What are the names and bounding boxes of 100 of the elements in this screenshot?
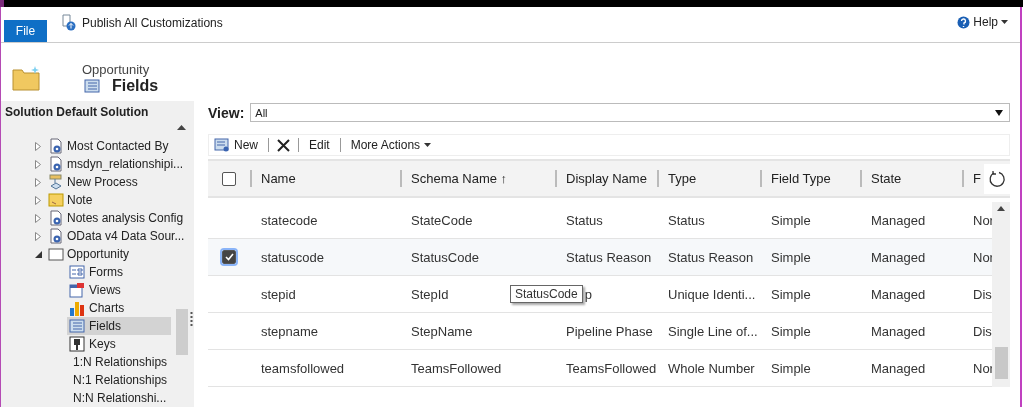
table-cell: Nor bbox=[973, 249, 994, 265]
tree-item[interactable]: Notes analysis Config bbox=[67, 211, 184, 225]
table-cell: Single Line of... bbox=[668, 323, 758, 339]
table-cell: Simple bbox=[771, 286, 811, 302]
tree-item[interactable]: msdyn_relationshipi... bbox=[67, 157, 184, 171]
tree-item[interactable]: N:N Relationshi... bbox=[67, 389, 171, 407]
collapsed-triangle-icon[interactable] bbox=[35, 177, 41, 187]
collapsed-triangle-icon[interactable] bbox=[35, 141, 41, 151]
scroll-up-icon[interactable] bbox=[997, 206, 1005, 211]
table-cell: statecode bbox=[261, 212, 318, 228]
publish-icon bbox=[61, 14, 77, 31]
caret-icon bbox=[424, 143, 432, 147]
collapsed-triangle-icon[interactable] bbox=[35, 213, 41, 223]
dropdown-arrow-icon bbox=[995, 109, 1003, 116]
collapsed-triangle-icon[interactable] bbox=[35, 231, 41, 241]
entity-name: Opportunity bbox=[82, 61, 151, 77]
splitter-grip-icon[interactable] bbox=[190, 311, 193, 327]
tree-item[interactable]: Note bbox=[67, 193, 93, 207]
new-record-icon bbox=[214, 138, 230, 152]
tree-item[interactable]: Opportunity bbox=[67, 247, 130, 261]
help-icon bbox=[957, 15, 971, 29]
column-header[interactable]: Field Type bbox=[760, 170, 860, 187]
table-cell: Managed bbox=[871, 212, 926, 228]
table-cell: Status Reason bbox=[566, 249, 652, 265]
column-header[interactable]: Display Name bbox=[555, 170, 657, 187]
select-all-checkbox[interactable] bbox=[222, 171, 236, 186]
table-cell: StepId bbox=[411, 286, 449, 302]
table-cell: Simple bbox=[771, 249, 811, 265]
table-cell: Managed bbox=[871, 323, 926, 339]
table-cell: Status bbox=[566, 212, 603, 228]
table-cell: stepname bbox=[261, 323, 319, 339]
table-cell: stepid bbox=[261, 286, 296, 302]
edit-button[interactable]: Edit bbox=[307, 138, 332, 152]
table-cell: Dis bbox=[973, 323, 992, 339]
view-dropdown[interactable]: All bbox=[250, 103, 1010, 122]
tree-item[interactable]: Charts bbox=[67, 299, 171, 317]
view-label: View: bbox=[208, 104, 245, 121]
table-cell: TeamsFollowed bbox=[411, 360, 502, 376]
key-icon bbox=[69, 336, 85, 352]
table-cell: StatusCode bbox=[411, 249, 479, 265]
tree-item[interactable]: OData v4 Data Sour... bbox=[67, 229, 185, 243]
page-title: Fields bbox=[112, 76, 159, 95]
scroll-up-icon[interactable] bbox=[177, 125, 186, 130]
table-cell: Managed bbox=[871, 249, 926, 265]
table-cell: Nor bbox=[973, 360, 994, 376]
note-icon bbox=[48, 192, 64, 208]
publish-button[interactable]: Publish All Customizations bbox=[61, 14, 223, 31]
file-tab[interactable]: File bbox=[4, 20, 47, 42]
tree-item[interactable]: Keys bbox=[67, 335, 171, 353]
scrollbar-thumb[interactable] bbox=[176, 309, 188, 355]
delete-icon[interactable] bbox=[277, 138, 290, 152]
table-cell: statuscode bbox=[261, 249, 324, 265]
table-cell: Status Reason bbox=[668, 249, 754, 265]
tree-item[interactable]: Fields bbox=[67, 317, 171, 335]
table-cell: TeamsFollowed bbox=[566, 360, 657, 376]
grid-window-icon bbox=[69, 282, 85, 298]
new-button[interactable]: New bbox=[212, 138, 260, 152]
table-cell: Simple bbox=[771, 212, 811, 228]
column-header[interactable]: Name bbox=[250, 170, 400, 187]
more-actions-button[interactable]: More Actions bbox=[348, 138, 434, 152]
list-document-icon bbox=[84, 78, 100, 93]
collapsed-triangle-icon[interactable] bbox=[35, 195, 41, 205]
scrollbar-thumb[interactable] bbox=[995, 347, 1008, 379]
table-cell: Whole Number bbox=[668, 360, 755, 376]
help-menu[interactable]: Help bbox=[957, 15, 1008, 29]
tree-item[interactable]: N:1 Relationships bbox=[67, 371, 171, 389]
column-header[interactable]: State bbox=[860, 170, 962, 187]
gear-document-icon bbox=[48, 156, 64, 172]
table-cell: teamsfollowed bbox=[261, 360, 345, 376]
table-cell: StepName bbox=[411, 323, 473, 339]
column-header[interactable]: Type bbox=[657, 170, 760, 187]
folder-icon bbox=[48, 247, 64, 261]
expanded-triangle-icon[interactable] bbox=[35, 250, 42, 258]
gear-document-icon bbox=[48, 138, 64, 154]
table-cell: Pipeline Phase bbox=[566, 323, 653, 339]
process-icon bbox=[48, 174, 64, 190]
caret-icon bbox=[1001, 20, 1008, 24]
list-document-icon bbox=[69, 319, 85, 333]
table-cell: Status bbox=[668, 212, 705, 228]
tooltip: StatusCode bbox=[510, 285, 583, 303]
table-cell: Managed bbox=[871, 286, 926, 302]
form-icon bbox=[69, 265, 85, 279]
row-checkbox[interactable] bbox=[222, 250, 236, 264]
scrollbar[interactable] bbox=[992, 202, 1010, 387]
tree-item[interactable]: Most Contacted By bbox=[67, 139, 169, 153]
tree-item[interactable]: Views bbox=[67, 281, 171, 299]
table-cell: Managed bbox=[871, 360, 926, 376]
collapsed-triangle-icon[interactable] bbox=[35, 159, 41, 169]
refresh-icon[interactable] bbox=[988, 169, 1006, 188]
tree-item[interactable]: 1:N Relationships bbox=[67, 353, 171, 371]
column-header[interactable]: Schema Name ↑ bbox=[400, 170, 555, 187]
table-cell: Dis bbox=[973, 286, 992, 302]
gear-document-icon bbox=[48, 210, 64, 226]
gear-document-icon bbox=[48, 228, 64, 244]
table-cell: Nor bbox=[973, 212, 994, 228]
table-cell: StateCode bbox=[411, 212, 473, 228]
tree-item[interactable]: Forms bbox=[67, 263, 171, 281]
tree-item[interactable]: New Process bbox=[67, 175, 138, 189]
table-cell: Simple bbox=[771, 360, 811, 376]
table-cell: Unique Identi... bbox=[668, 286, 756, 302]
